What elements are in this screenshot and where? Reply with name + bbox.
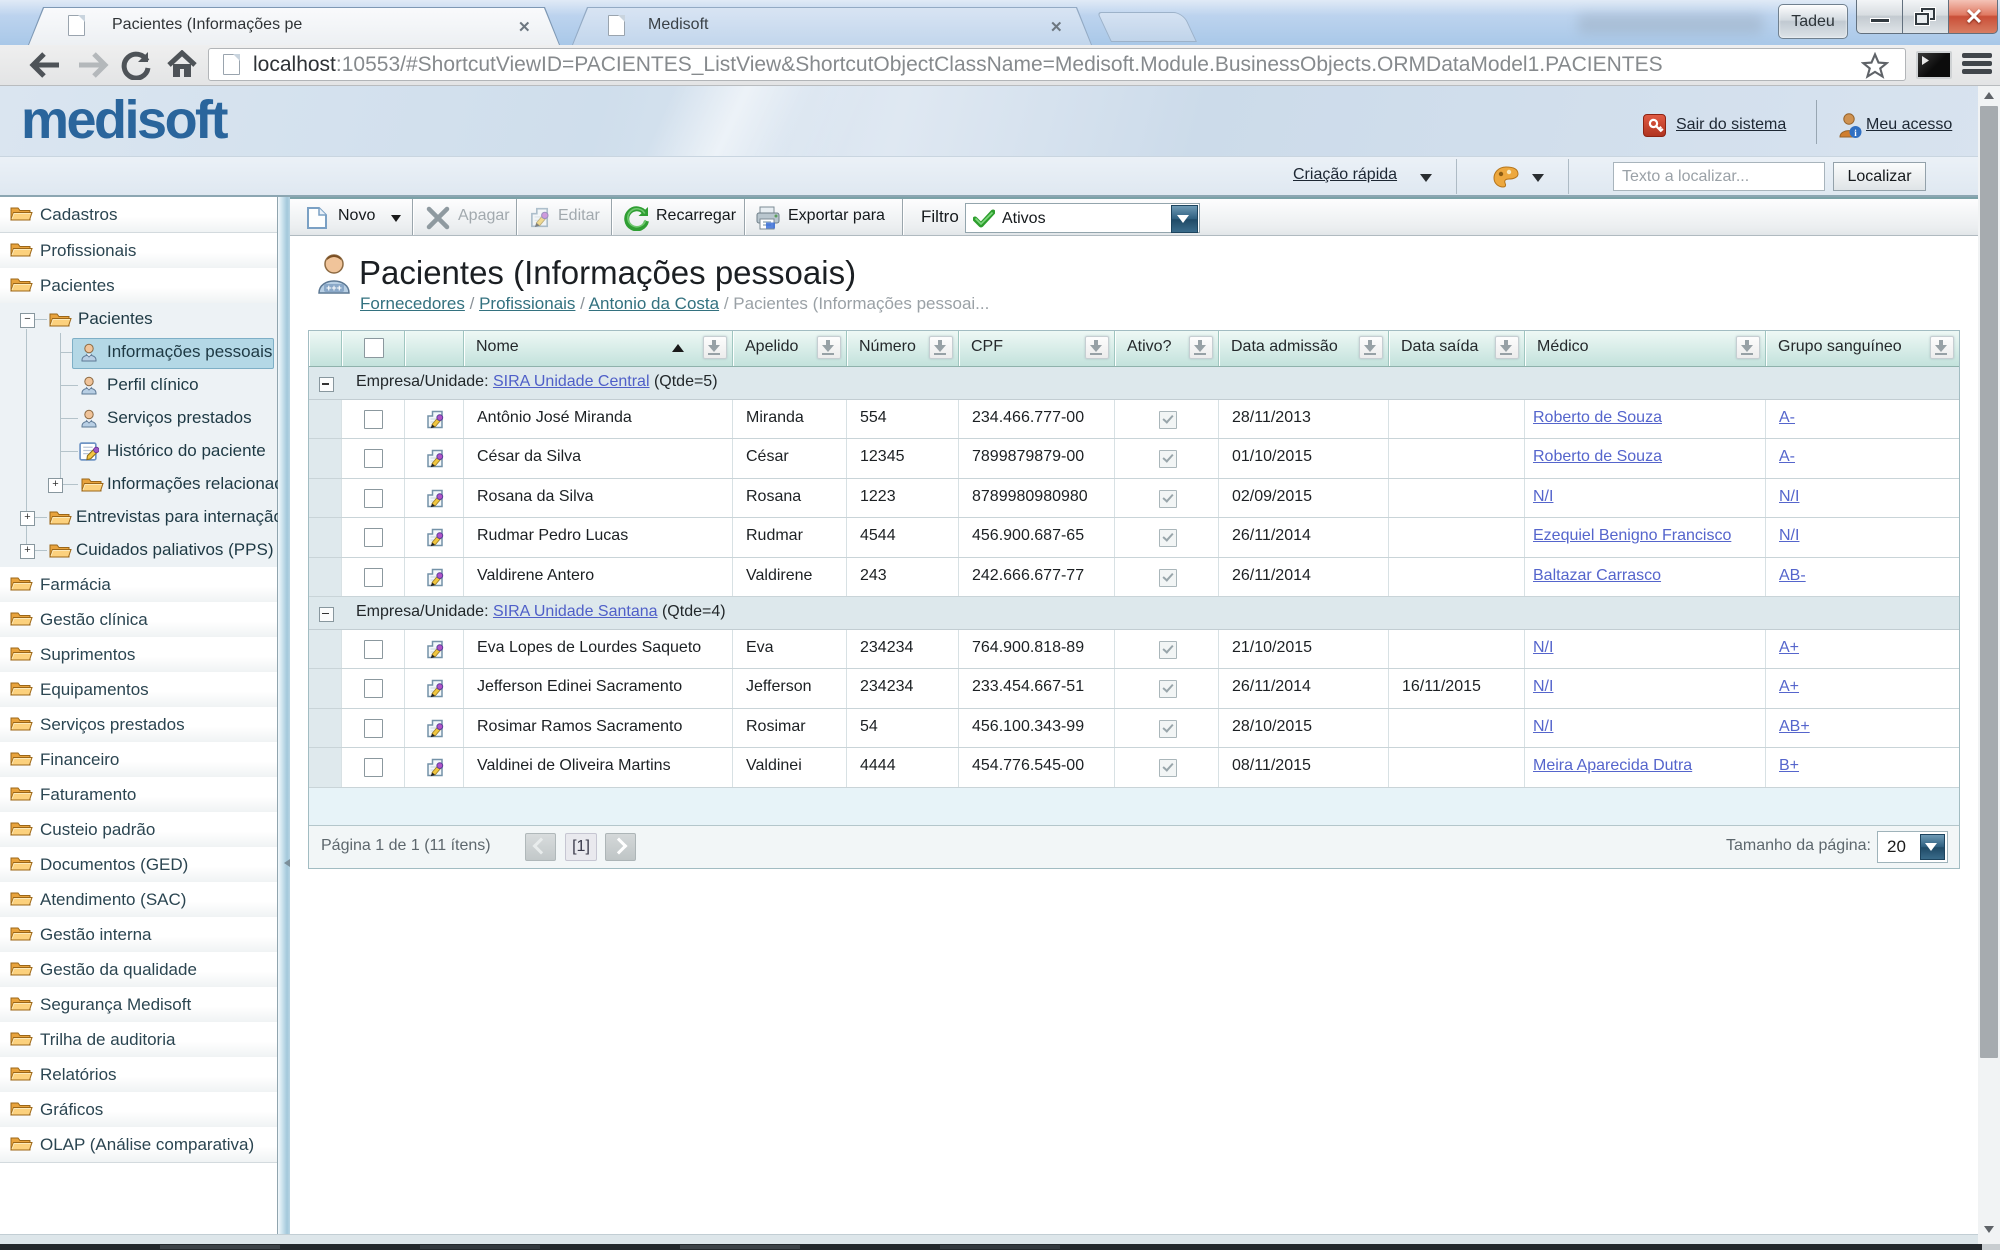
svg-text:+++: +++ (326, 283, 342, 293)
